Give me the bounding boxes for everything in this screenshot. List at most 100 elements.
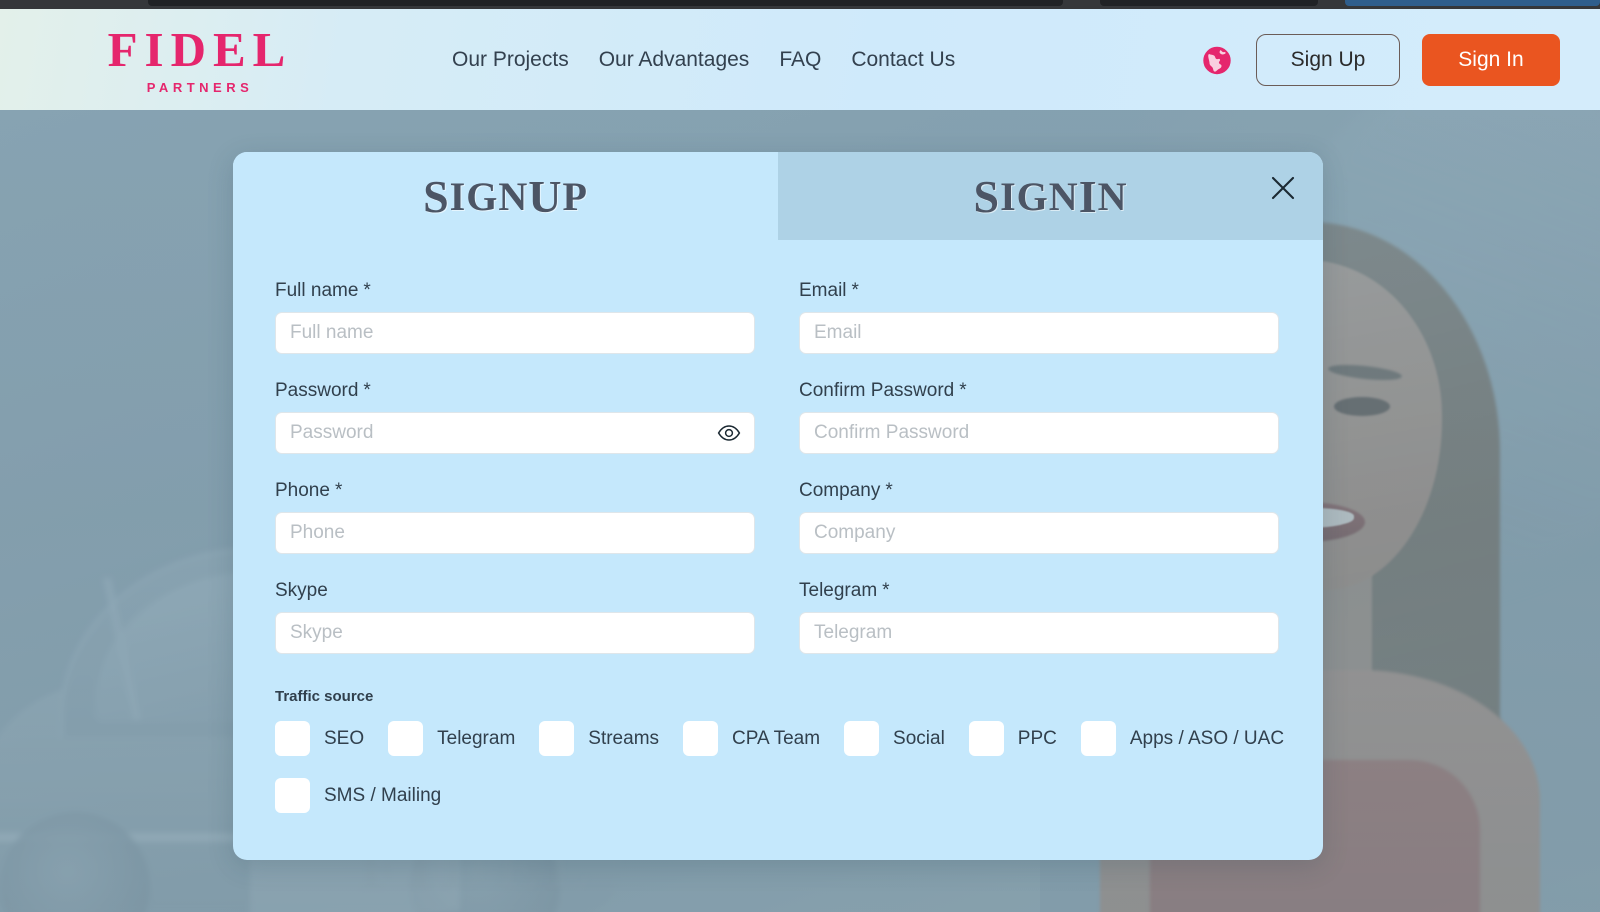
traffic-source-group: Traffic source SEO Telegram Streams CPA … (275, 688, 1285, 813)
tab-sign-in-text-ign: IGN (1000, 173, 1079, 219)
brand-wordmark: FIDEL (107, 22, 293, 77)
sign-up-button[interactable]: Sign Up (1256, 33, 1400, 86)
tab-sign-in-cap-s: S (973, 170, 1001, 222)
label-telegram: Telegram * (799, 580, 1279, 602)
checkbox-seo[interactable]: SEO (275, 721, 364, 756)
site-header: FIDEL PARTNERS Our Projects Our Advantag… (0, 9, 1600, 110)
checkbox-box[interactable] (844, 721, 880, 756)
field-full-name: Full name * (275, 280, 755, 354)
globe-icon[interactable] (1200, 43, 1234, 77)
label-skype: Skype (275, 580, 755, 602)
tab-sign-in[interactable]: S IGN IN (778, 152, 1323, 240)
browser-tab-active[interactable] (1345, 0, 1600, 6)
tab-sign-up-cap-s: S (423, 170, 450, 222)
checkbox-label: PPC (1017, 727, 1057, 749)
email-input[interactable] (799, 312, 1279, 354)
checkbox-box[interactable] (388, 721, 424, 756)
required-marker: * (334, 480, 343, 501)
password-input[interactable] (275, 412, 755, 454)
checkbox-apps-aso-uac[interactable]: Apps / ASO / UAC (1080, 721, 1285, 756)
tab-sign-up-text-p: P (562, 173, 588, 219)
traffic-source-row-1: SEO Telegram Streams CPA Team Social PPC… (275, 721, 1285, 756)
sign-in-button[interactable]: Sign In (1422, 33, 1560, 86)
browser-tab[interactable] (148, 0, 1063, 6)
checkbox-box[interactable] (539, 721, 575, 756)
field-skype: Skype (275, 580, 755, 654)
close-icon[interactable] (1261, 166, 1305, 210)
eye-icon[interactable] (717, 424, 741, 442)
required-marker: * (851, 280, 859, 301)
label-confirm-password-text: Confirm Password (799, 380, 955, 401)
checkbox-box[interactable] (1080, 721, 1116, 756)
field-email: Email * (799, 280, 1279, 354)
checkbox-streams[interactable]: Streams (539, 721, 659, 756)
label-skype-text: Skype (275, 580, 328, 601)
label-phone-text: Phone (275, 480, 330, 501)
checkbox-label: Apps / ASO / UAC (1129, 727, 1285, 749)
label-email-text: Email (799, 280, 847, 301)
brand-subtitle: PARTNERS (146, 80, 254, 95)
label-company: Company * (799, 480, 1279, 502)
checkbox-ppc[interactable]: PPC (968, 721, 1057, 756)
checkbox-cpa-team[interactable]: CPA Team (683, 721, 820, 756)
nav-link-faq[interactable]: FAQ (779, 48, 821, 72)
checkbox-box[interactable] (683, 721, 719, 756)
required-marker: * (882, 580, 890, 601)
full-name-input[interactable] (275, 312, 755, 354)
tab-sign-up-text-ign: IGN (449, 173, 529, 219)
checkbox-label: Streams (588, 727, 660, 749)
checkbox-label: SEO (324, 727, 365, 749)
traffic-source-title: Traffic source (275, 688, 374, 705)
tab-sign-up-cap-u: U (528, 170, 563, 222)
checkbox-box[interactable] (968, 721, 1004, 756)
checkbox-box[interactable] (275, 778, 310, 813)
checkbox-box[interactable] (275, 721, 310, 756)
field-password: Password * (275, 380, 755, 454)
brand-logo[interactable]: FIDEL PARTNERS (80, 25, 320, 95)
sign-up-form: Full name* Email* Password* (233, 240, 1323, 813)
checkbox-telegram[interactable]: Telegram (388, 721, 515, 756)
checkbox-social[interactable]: Social (844, 721, 945, 756)
field-telegram: Telegram * (799, 580, 1279, 654)
browser-tab[interactable] (1100, 0, 1318, 6)
required-marker: * (363, 280, 371, 301)
auth-modal: S IGN UP S IGN IN Full name * Full name … (233, 152, 1323, 860)
required-marker: * (363, 380, 371, 401)
tab-sign-in-cap-i: I (1078, 170, 1098, 222)
modal-tabs: S IGN UP S IGN IN (233, 152, 1323, 240)
required-marker: * (959, 380, 967, 401)
tab-sign-in-text-n: N (1097, 173, 1128, 219)
field-confirm-password: Confirm Password * (799, 380, 1279, 454)
label-full-name: Full name * (275, 280, 755, 302)
required-marker: * (885, 480, 893, 501)
checkbox-sms-mailing[interactable]: SMS / Mailing (275, 778, 441, 813)
browser-chrome-bar (0, 0, 1600, 9)
label-email: Email * (799, 280, 1279, 302)
company-input[interactable] (799, 512, 1279, 554)
checkbox-label: Social (893, 727, 945, 749)
checkbox-label: SMS / Mailing (324, 784, 442, 806)
nav-link-our-projects[interactable]: Our Projects (452, 48, 569, 72)
label-phone: Phone * (275, 480, 755, 502)
field-phone: Phone * (275, 480, 755, 554)
label-telegram-text: Telegram (799, 580, 878, 601)
main-navigation: Our Projects Our Advantages FAQ Contact … (452, 48, 955, 72)
label-password-text: Password (275, 380, 359, 401)
confirm-password-input[interactable] (799, 412, 1279, 454)
label-company-text: Company (799, 480, 881, 501)
label-confirm-password: Confirm Password * (799, 380, 1279, 402)
checkbox-label: Telegram (437, 727, 516, 749)
nav-link-contact-us[interactable]: Contact Us (851, 48, 955, 72)
checkbox-label: CPA Team (732, 727, 821, 749)
skype-input[interactable] (275, 612, 755, 654)
field-company: Company * (799, 480, 1279, 554)
tab-sign-up[interactable]: S IGN UP (233, 152, 778, 240)
label-password: Password * (275, 380, 755, 402)
traffic-source-row-2: SMS / Mailing (275, 778, 1281, 813)
header-actions: Sign Up Sign In (1200, 33, 1560, 86)
nav-link-our-advantages[interactable]: Our Advantages (599, 48, 750, 72)
form-fields-grid: Full name* Email* Password* (275, 280, 1281, 680)
phone-input[interactable] (275, 512, 755, 554)
telegram-input[interactable] (799, 612, 1279, 654)
label-full-name-text: Full name (275, 280, 359, 301)
